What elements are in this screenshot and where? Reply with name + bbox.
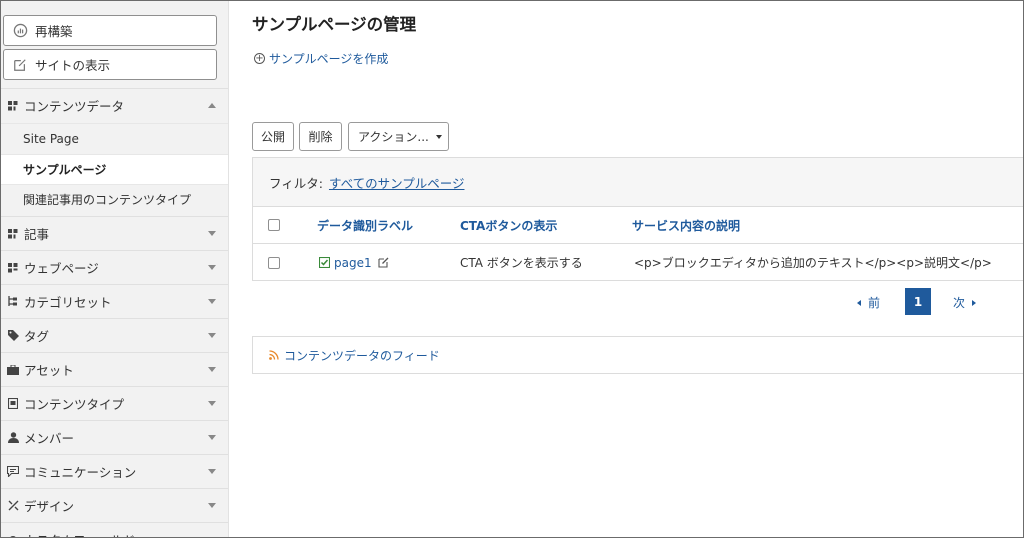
sidebar: 再構築 サイトの表示 コンテンツデータ Site Page サンプルページ 関連… <box>0 0 229 538</box>
nav-design[interactable]: デザイン <box>0 488 228 522</box>
nav-label: 記事 <box>24 227 50 242</box>
chevron-down-icon <box>208 503 216 508</box>
chevron-down-icon <box>208 333 216 338</box>
column-header-description[interactable]: サービス内容の説明 <box>632 217 740 234</box>
chevron-down-icon <box>208 231 216 236</box>
nav-label: メンバー <box>24 431 75 446</box>
sidebar-item-site-page[interactable]: Site Page <box>0 123 228 153</box>
prev-page-label: 前 <box>868 296 881 310</box>
chevron-down-icon <box>208 435 216 440</box>
view-site-button[interactable]: サイトの表示 <box>3 49 217 80</box>
current-page-button[interactable]: 1 <box>905 288 931 315</box>
view-site-label: サイトの表示 <box>35 58 111 73</box>
nav-content-data[interactable]: コンテンツデータ <box>0 88 228 122</box>
nav-entries[interactable]: 記事 <box>0 216 228 250</box>
triangle-left-icon <box>857 299 861 306</box>
sidebar-item-label: 関連記事用のコンテンツタイプ <box>23 193 192 207</box>
custom-fields-icon <box>0 535 24 538</box>
nav-category-sets[interactable]: カテゴリセット <box>0 284 228 318</box>
published-check-icon <box>319 257 330 268</box>
row-cta-cell: CTA ボタンを表示する <box>460 256 583 270</box>
chevron-down-icon <box>208 367 216 372</box>
entries-icon <box>0 228 24 239</box>
nav-communication[interactable]: コミュニケーション <box>0 454 228 488</box>
edit-icon[interactable] <box>378 257 389 268</box>
actions-dropdown[interactable]: アクション... <box>348 122 449 151</box>
content-type-icon <box>0 398 24 409</box>
select-all-checkbox[interactable] <box>268 219 280 231</box>
nav-assets[interactable]: アセット <box>0 352 228 386</box>
nav-label: デザイン <box>24 499 75 514</box>
design-tools-icon <box>0 500 24 511</box>
column-header-label[interactable]: データ識別ラベル <box>317 217 413 234</box>
nav-label: コミュニケーション <box>24 465 137 480</box>
nav-web-pages[interactable]: ウェブページ <box>0 250 228 284</box>
rss-icon <box>269 350 279 360</box>
nav-content-data-label: コンテンツデータ <box>24 99 125 114</box>
prev-page-button[interactable]: 前 <box>857 294 880 311</box>
row-title-link[interactable]: page1 <box>334 256 372 270</box>
filter-label: フィルタ: <box>269 175 323 191</box>
triangle-right-icon <box>972 299 977 306</box>
nav-label: タグ <box>24 329 50 344</box>
nav-content-types[interactable]: コンテンツタイプ <box>0 386 228 420</box>
sidebar-item-label: Site Page <box>23 131 79 146</box>
external-edit-icon <box>12 57 28 73</box>
main-content: サンプルページの管理 + サンプルページを作成 公開 削除 アクション... フ… <box>230 0 1024 538</box>
comment-icon <box>0 466 24 477</box>
caret-down-icon <box>435 134 442 139</box>
feed-box: コンテンツデータのフィード <box>252 336 1024 374</box>
row-description-cell: <p>ブロックエディタから追加のテキスト</p><p>説明文</p> <box>634 256 992 270</box>
publish-button[interactable]: 公開 <box>252 122 294 151</box>
delete-button[interactable]: 削除 <box>299 122 342 151</box>
create-sample-page-link[interactable]: + サンプルページを作成 <box>254 50 388 67</box>
tag-icon <box>0 330 24 341</box>
nav-label: ウェブページ <box>24 261 99 276</box>
column-header-cta[interactable]: CTAボタンの表示 <box>460 217 557 234</box>
filter-bar: フィルタ: すべてのサンプルページ <box>253 158 1024 207</box>
row-checkbox[interactable] <box>268 256 280 269</box>
row-label-cell: page1 <box>319 256 389 270</box>
nav-tags[interactable]: タグ <box>0 318 228 352</box>
briefcase-icon <box>0 364 24 375</box>
chevron-down-icon <box>208 265 216 270</box>
category-sets-icon <box>0 296 24 307</box>
sidebar-item-sample-page[interactable]: サンプルページ <box>0 154 228 184</box>
create-link-label: サンプルページを作成 <box>269 52 389 66</box>
actions-dropdown-label: アクション... <box>358 130 429 144</box>
rebuild-button[interactable]: 再構築 <box>3 15 217 46</box>
plus-circle-icon: + <box>254 53 265 64</box>
content-data-icon <box>0 100 24 111</box>
page-title: サンプルページの管理 <box>252 15 417 34</box>
sidebar-item-label: サンプルページ <box>23 163 107 177</box>
nav-label: アセット <box>24 363 74 378</box>
content-data-feed-link[interactable]: コンテンツデータのフィード <box>284 347 440 364</box>
nav-label: カスタムフィールド <box>24 530 208 538</box>
nav-custom-fields[interactable]: カスタムフィールド <box>0 522 228 538</box>
nav-label: コンテンツタイプ <box>24 397 125 412</box>
listing-table: フィルタ: すべてのサンプルページ データ識別ラベル CTAボタンの表示 サービ… <box>252 157 1024 281</box>
pagination: 前 1 次 <box>230 288 1024 316</box>
rebuild-label: 再構築 <box>35 24 73 39</box>
user-icon <box>0 432 24 443</box>
table-header: データ識別ラベル CTAボタンの表示 サービス内容の説明 <box>253 207 1024 244</box>
sidebar-item-related-content-type[interactable]: 関連記事用のコンテンツタイプ <box>0 184 228 214</box>
chevron-down-icon <box>208 299 216 304</box>
next-page-button[interactable]: 次 <box>953 294 977 311</box>
rebuild-icon <box>12 23 28 39</box>
chevron-up-icon <box>208 103 216 108</box>
next-page-label: 次 <box>953 296 966 310</box>
web-pages-icon <box>0 262 24 273</box>
chevron-down-icon <box>208 401 216 406</box>
nav-members[interactable]: メンバー <box>0 420 228 454</box>
chevron-down-icon <box>208 469 216 474</box>
nav-label: カテゴリセット <box>24 295 112 310</box>
filter-link[interactable]: すべてのサンプルページ <box>329 173 465 192</box>
table-row: page1 CTA ボタンを表示する <p>ブロックエディタから追加のテキスト<… <box>253 244 1024 281</box>
